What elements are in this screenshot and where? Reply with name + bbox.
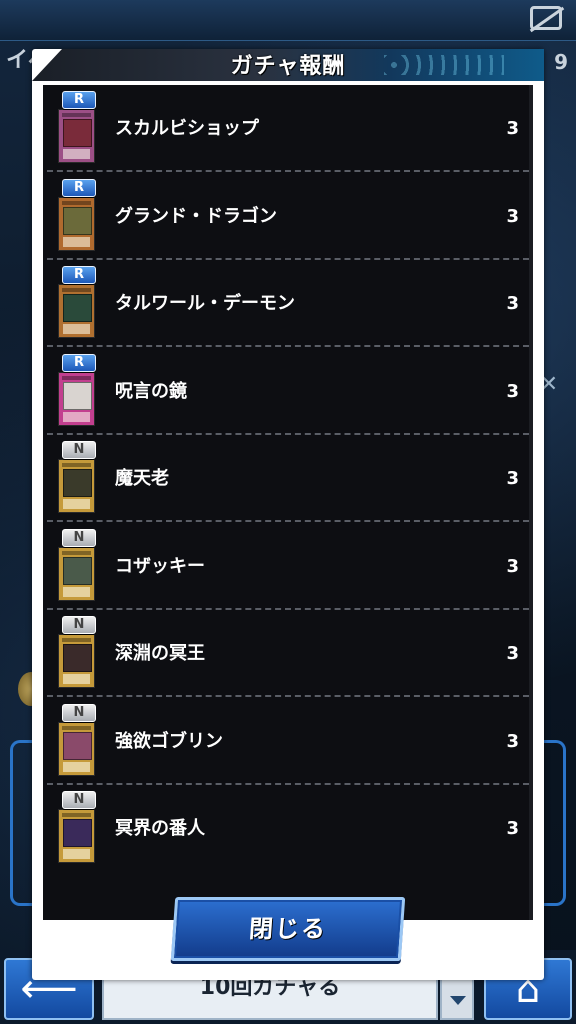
list-item[interactable]: R グランド・ドラゴン 3 xyxy=(43,173,529,260)
list-item[interactable]: N 魔天老 3 xyxy=(43,435,529,522)
card-text-box xyxy=(63,849,90,859)
card-name-bar xyxy=(62,463,91,467)
card-thumbnail[interactable] xyxy=(58,109,95,163)
card-name: コザッキー xyxy=(115,555,205,577)
card-art xyxy=(63,644,92,672)
card-count: 3 xyxy=(506,643,519,664)
card-art xyxy=(63,819,92,847)
card-name: グランド・ドラゴン xyxy=(115,205,277,227)
card-text-box xyxy=(63,149,90,159)
card-name-bar xyxy=(62,725,91,730)
rarity-badge: R xyxy=(62,178,96,197)
card-text-box xyxy=(63,236,90,247)
list-item[interactable]: N 深淵の冥王 3 xyxy=(43,610,529,697)
list-item[interactable]: R 呪言の鏡 3 xyxy=(43,348,529,435)
list-item[interactable]: N コザッキー 3 xyxy=(43,523,529,610)
card-thumbnail[interactable] xyxy=(58,809,95,863)
rarity-badge: N xyxy=(62,703,96,722)
card-text-box xyxy=(63,411,90,422)
card-thumbnail[interactable] xyxy=(58,459,95,513)
card-text-box xyxy=(63,674,90,684)
card-thumbnail[interactable] xyxy=(58,634,95,688)
card-name-bar xyxy=(62,288,91,292)
card-count: 3 xyxy=(506,205,519,227)
card-thumbnail[interactable] xyxy=(58,371,95,426)
card-count: 3 xyxy=(506,293,519,314)
card-art xyxy=(63,206,92,235)
card-name: 冥界の番人 xyxy=(115,818,205,839)
list-item[interactable]: N 強欲ゴブリン 3 xyxy=(43,698,529,785)
rarity-badge: R xyxy=(62,353,96,372)
card-name-bar xyxy=(62,550,91,555)
card-count: 3 xyxy=(506,468,519,489)
card-name-bar xyxy=(62,638,91,642)
rarity-badge: R xyxy=(62,91,96,109)
card-name-bar xyxy=(62,200,91,205)
offline-icon[interactable] xyxy=(530,6,562,30)
card-name: 強欲ゴブリン xyxy=(115,730,223,752)
card-count: 3 xyxy=(506,555,519,577)
card-name-bar xyxy=(62,113,91,117)
card-text-box xyxy=(63,324,90,334)
right-side-frame xyxy=(541,740,566,906)
card-art xyxy=(63,294,92,322)
rarity-badge: N xyxy=(62,528,96,547)
close-button[interactable]: 閉じる xyxy=(170,897,406,961)
card-count: 3 xyxy=(506,118,519,139)
list-item[interactable]: N 冥界の番人 3 xyxy=(43,785,529,872)
card-text-box xyxy=(63,586,90,597)
card-art xyxy=(63,556,92,585)
rarity-badge: N xyxy=(62,441,96,459)
card-thumbnail[interactable] xyxy=(58,284,95,338)
card-count: 3 xyxy=(506,730,519,752)
list-item[interactable]: R スカルビショップ 3 xyxy=(43,85,529,172)
card-text-box xyxy=(63,761,90,772)
card-art xyxy=(63,731,92,760)
reward-list[interactable]: R スカルビショップ 3 R グランド・ドラゴン 3 R タルワール・デーモン 3 R 呪言の鏡 3 N… xyxy=(43,85,533,920)
top-status-bar xyxy=(0,0,576,41)
card-name: 呪言の鏡 xyxy=(115,380,187,402)
list-item[interactable]: R タルワール・デーモン 3 xyxy=(43,260,529,347)
gacha-reward-modal: ガチャ報酬 R スカルビショップ 3 R グランド・ドラゴン 3 R タルワール・デーモン 3 R… xyxy=(32,49,544,980)
card-art xyxy=(63,469,92,497)
card-name-bar xyxy=(62,813,91,817)
card-thumbnail[interactable] xyxy=(58,546,95,601)
card-thumbnail[interactable] xyxy=(58,196,95,251)
card-thumbnail[interactable] xyxy=(58,721,95,776)
card-name: スカルビショップ xyxy=(115,118,259,139)
list-scrollbar[interactable] xyxy=(529,85,533,920)
card-name-bar xyxy=(62,375,91,380)
modal-title: ガチャ報酬 xyxy=(230,54,346,79)
card-name: 深淵の冥王 xyxy=(115,643,205,664)
card-name: タルワール・デーモン xyxy=(115,293,295,314)
card-count: 3 xyxy=(506,380,519,402)
rarity-badge: N xyxy=(62,616,96,634)
card-text-box xyxy=(63,499,90,509)
background-number: 9 xyxy=(554,50,568,74)
rarity-badge: R xyxy=(62,266,96,284)
card-art xyxy=(63,119,92,147)
rarity-badge: N xyxy=(62,791,96,809)
card-name: 魔天老 xyxy=(115,468,169,489)
card-count: 3 xyxy=(506,818,519,839)
card-art xyxy=(63,381,92,410)
